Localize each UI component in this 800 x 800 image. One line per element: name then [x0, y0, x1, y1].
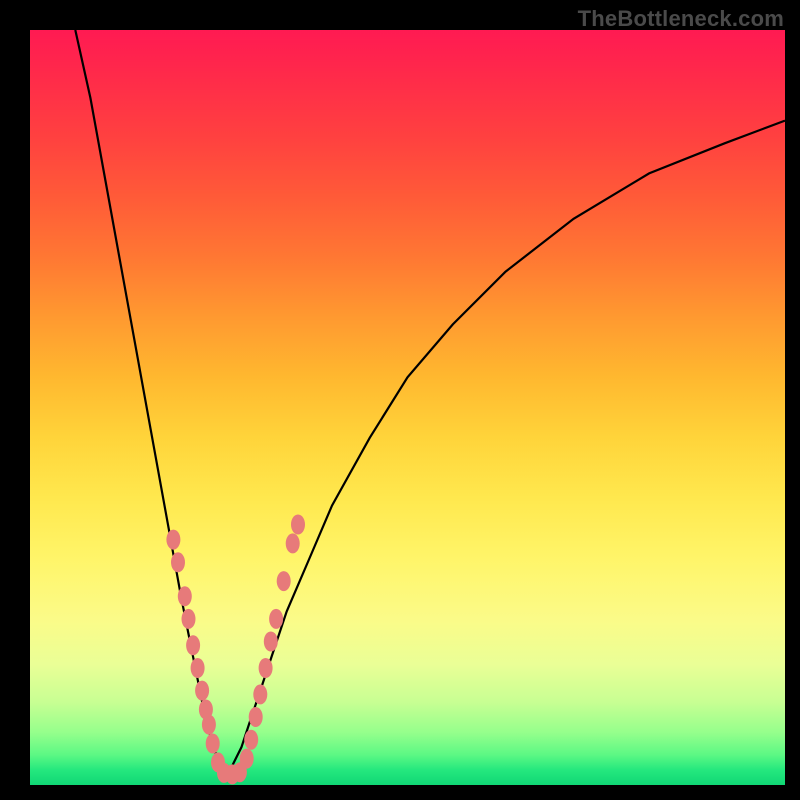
marker-point — [277, 571, 291, 591]
marker-point — [259, 658, 273, 678]
curve-markers — [166, 515, 305, 785]
marker-point — [182, 609, 196, 629]
watermark-text: TheBottleneck.com — [578, 6, 784, 32]
chart-frame: TheBottleneck.com — [0, 0, 800, 800]
marker-point — [264, 632, 278, 652]
marker-point — [171, 552, 185, 572]
chart-svg — [30, 30, 785, 785]
marker-point — [240, 749, 254, 769]
marker-point — [253, 684, 267, 704]
marker-point — [206, 734, 220, 754]
marker-point — [249, 707, 263, 727]
marker-point — [286, 533, 300, 553]
plot-area — [30, 30, 785, 785]
marker-point — [195, 681, 209, 701]
marker-point — [291, 515, 305, 535]
marker-point — [202, 715, 216, 735]
marker-point — [166, 530, 180, 550]
marker-point — [269, 609, 283, 629]
marker-point — [191, 658, 205, 678]
marker-point — [178, 586, 192, 606]
marker-point — [244, 730, 258, 750]
curve-right-arm — [226, 121, 785, 778]
marker-point — [186, 635, 200, 655]
